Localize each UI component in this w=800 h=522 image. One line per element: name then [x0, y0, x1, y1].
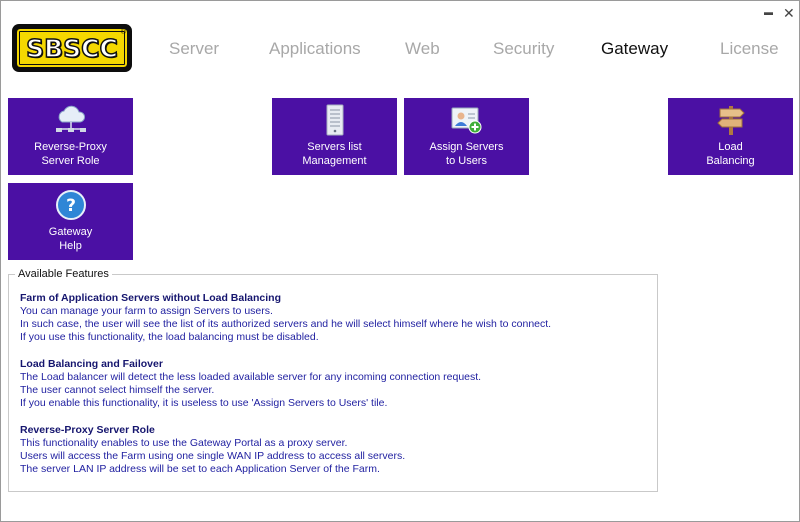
tile-label-line: Load — [718, 141, 743, 153]
minimize-icon[interactable]: ▬ — [764, 7, 773, 17]
tile-label-line: to Users — [446, 155, 487, 167]
logo-registered-mark: ® — [120, 29, 126, 36]
user-card-add-icon — [404, 103, 529, 137]
gateway-help-tile[interactable]: ? Gateway Help — [8, 183, 133, 260]
feature-line: You can manage your farm to assign Serve… — [20, 305, 273, 317]
feature-title: Farm of Application Servers without Load… — [20, 292, 281, 304]
help-question-icon: ? — [8, 188, 133, 222]
reverse-proxy-tile[interactable]: Reverse-Proxy Server Role — [8, 98, 133, 175]
feature-reverse-proxy: Reverse-Proxy Server Role This functiona… — [20, 424, 405, 476]
features-legend: Available Features — [15, 268, 112, 280]
tile-label: Reverse-Proxy Server Role — [8, 140, 133, 168]
tile-label: Load Balancing — [668, 140, 793, 168]
feature-line: The user cannot select himself the serve… — [20, 384, 215, 396]
nav-tab-server[interactable]: Server — [169, 39, 219, 59]
servers-list-tile[interactable]: Servers list Management — [272, 98, 397, 175]
tile-label-line: Reverse-Proxy — [34, 141, 107, 153]
assign-servers-tile[interactable]: Assign Servers to Users — [404, 98, 529, 175]
tile-label: Servers list Management — [272, 140, 397, 168]
nav-tab-license[interactable]: License — [720, 39, 779, 59]
tile-label-line: Gateway — [48, 226, 93, 238]
svg-text:?: ? — [66, 196, 76, 216]
tile-label-line: Help — [59, 240, 82, 252]
cloud-network-icon — [8, 103, 133, 137]
tile-label: Assign Servers to Users — [404, 140, 529, 168]
feature-line: If you enable this functionality, it is … — [20, 397, 388, 409]
tile-label-line: Management — [302, 155, 367, 167]
tile-label-line: Server Role — [41, 155, 100, 167]
tile-label: Gateway Help — [8, 225, 133, 253]
feature-title: Load Balancing and Failover — [20, 358, 163, 370]
nav-tab-security[interactable]: Security — [493, 39, 554, 59]
available-features-panel: Available Features Farm of Application S… — [8, 268, 658, 492]
nav-tab-web[interactable]: Web — [405, 39, 440, 59]
feature-line: This functionality enables to use the Ga… — [20, 437, 348, 449]
nav-tab-gateway[interactable]: Gateway — [601, 39, 668, 59]
load-balancing-tile[interactable]: Load Balancing — [668, 98, 793, 175]
server-tower-icon — [272, 103, 397, 137]
close-icon[interactable]: ✕ — [783, 5, 795, 22]
feature-line: If you use this functionality, the load … — [20, 331, 319, 343]
feature-line: In such case, the user will see the list… — [20, 318, 552, 330]
signpost-icon — [668, 103, 793, 137]
feature-farm: Farm of Application Servers without Load… — [20, 292, 551, 344]
tile-label-line: Assign Servers — [429, 141, 504, 153]
feature-line: Users will access the Farm using one sin… — [20, 450, 406, 462]
nav-tab-applications[interactable]: Applications — [269, 39, 361, 59]
top-nav: Server Applications Web Security Gateway… — [1, 39, 800, 61]
feature-line: The server LAN IP address will be set to… — [20, 463, 380, 475]
tile-label-line: Servers list — [307, 141, 362, 153]
feature-load-balancing: Load Balancing and Failover The Load bal… — [20, 358, 481, 410]
feature-title: Reverse-Proxy Server Role — [20, 424, 155, 436]
feature-line: The Load balancer will detect the less l… — [20, 371, 482, 383]
tile-label-line: Balancing — [706, 155, 755, 167]
